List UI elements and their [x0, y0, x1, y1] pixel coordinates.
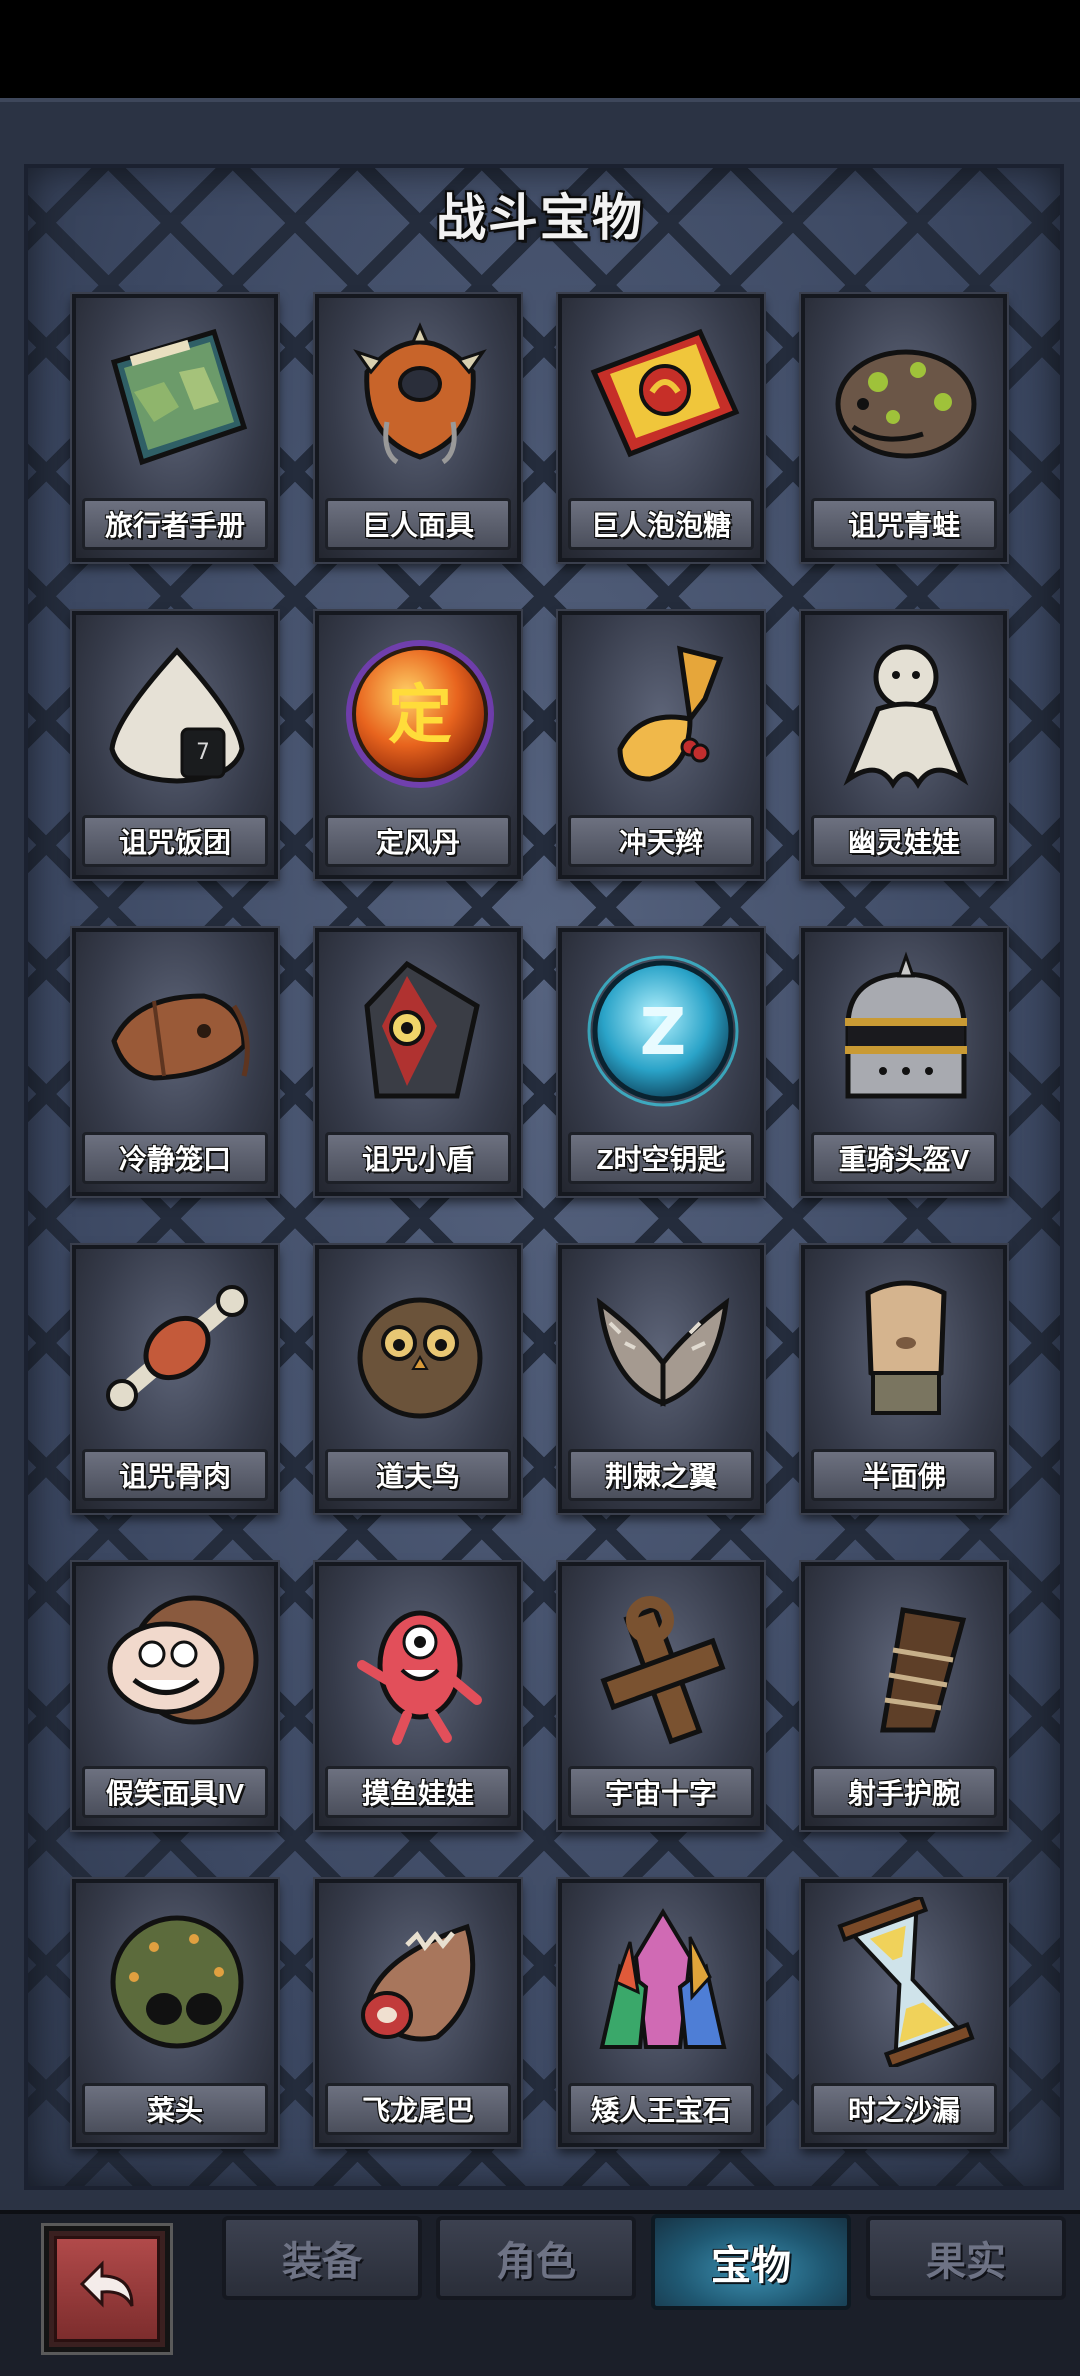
treasure-label: 定风丹 — [325, 815, 511, 867]
fake-smile-mask-icon — [94, 1580, 260, 1750]
back-button-face — [54, 2236, 160, 2342]
orb-glyph: 定 — [388, 679, 452, 753]
panel-title: 战斗宝物 — [436, 190, 644, 246]
treasure-card[interactable]: 定 定风丹 — [315, 611, 521, 879]
wyvern-tail-icon — [337, 1897, 503, 2067]
treasure-card[interactable]: 道夫鸟 — [315, 1245, 521, 1513]
treasure-card[interactable]: Z Z时空钥匙 — [558, 928, 764, 1196]
thorn-wings-icon — [580, 1263, 746, 1433]
veggie-head-icon — [94, 1897, 260, 2067]
treasure-card[interactable]: 飞龙尾巴 — [315, 1879, 521, 2147]
treasure-label: 假笑面具IV — [82, 1766, 268, 1818]
treasure-card[interactable]: 荆棘之翼 — [558, 1245, 764, 1513]
treasure-label: 诅咒饭团 — [82, 815, 268, 867]
orb-glyph: Z — [640, 996, 686, 1070]
traveler-handbook-icon — [94, 312, 260, 482]
ponytail-icon — [580, 629, 746, 799]
tab-fruit[interactable]: 果实 — [866, 2216, 1066, 2300]
tab-treasure[interactable]: 宝物 — [651, 2214, 851, 2310]
treasure-card[interactable]: 时之沙漏 — [801, 1879, 1007, 2147]
cursed-rice-ball-icon: 7 — [94, 629, 260, 799]
treasure-card[interactable]: 7 诅咒饭团 — [72, 611, 278, 879]
treasure-card[interactable]: 冷静笼口 — [72, 928, 278, 1196]
treasure-card[interactable]: 矮人王宝石 — [558, 1879, 764, 2147]
treasure-card[interactable]: 旅行者手册 — [72, 294, 278, 562]
treasure-card[interactable]: 幽灵娃娃 — [801, 611, 1007, 879]
hourglass-of-time-icon — [823, 1897, 989, 2067]
back-button[interactable] — [44, 2226, 170, 2352]
ghost-doll-icon — [823, 629, 989, 799]
treasure-card[interactable]: 摸鱼娃娃 — [315, 1562, 521, 1830]
cosmic-cross-icon — [580, 1580, 746, 1750]
treasure-label: 巨人面具 — [325, 498, 511, 550]
treasure-label: 菜头 — [82, 2083, 268, 2135]
treasure-label: 冲天辫 — [568, 815, 754, 867]
giant-bubblegum-icon — [580, 312, 746, 482]
treasure-label: 幽灵娃娃 — [811, 815, 997, 867]
treasure-label: 冷静笼口 — [82, 1132, 268, 1184]
treasure-label: 时之沙漏 — [811, 2083, 997, 2135]
treasure-label: 宇宙十字 — [568, 1766, 754, 1818]
treasure-card[interactable]: 半面佛 — [801, 1245, 1007, 1513]
treasure-card[interactable]: 假笑面具IV — [72, 1562, 278, 1830]
heavy-knight-helmet-icon — [823, 946, 989, 1116]
treasure-label: 巨人泡泡糖 — [568, 498, 754, 550]
treasure-label: 重骑头盔V — [811, 1132, 997, 1184]
treasure-card[interactable]: 重骑头盔V — [801, 928, 1007, 1196]
treasure-card[interactable]: 诅咒骨肉 — [72, 1245, 278, 1513]
return-arrow-icon — [79, 2260, 134, 2308]
treasure-label: 诅咒骨肉 — [82, 1449, 268, 1501]
treasure-label: 飞龙尾巴 — [325, 2083, 511, 2135]
z-space-time-key-icon: Z — [580, 946, 746, 1116]
treasure-card[interactable]: 宇宙十字 — [558, 1562, 764, 1830]
treasure-grid: 旅行者手册 巨人面具 巨人泡泡糖 诅咒青蛙 7 诅咒饭团 定 定风丹 冲天辫 幽… — [72, 294, 1008, 2147]
archer-bracer-icon — [823, 1580, 989, 1750]
treasure-label: 诅咒青蛙 — [811, 498, 997, 550]
treasure-label: 道夫鸟 — [325, 1449, 511, 1501]
wind-calming-pill-icon: 定 — [337, 629, 503, 799]
svg-text:7: 7 — [196, 740, 209, 765]
treasure-card[interactable]: 巨人泡泡糖 — [558, 294, 764, 562]
half-face-buddha-icon — [823, 1263, 989, 1433]
cursed-shield-icon — [337, 946, 503, 1116]
dwarf-king-gem-icon — [580, 1897, 746, 2067]
cursed-frog-icon — [823, 312, 989, 482]
treasure-label: 矮人王宝石 — [568, 2083, 754, 2135]
treasure-label: 旅行者手册 — [82, 498, 268, 550]
tab-equipment[interactable]: 装备 — [222, 2216, 422, 2300]
treasure-label: 半面佛 — [811, 1449, 997, 1501]
treasure-card[interactable]: 巨人面具 — [315, 294, 521, 562]
treasure-label: 荆棘之翼 — [568, 1449, 754, 1501]
treasure-label: Z时空钥匙 — [568, 1132, 754, 1184]
slacker-doll-icon — [337, 1580, 503, 1750]
treasure-card[interactable]: 诅咒青蛙 — [801, 294, 1007, 562]
treasure-label: 诅咒小盾 — [325, 1132, 511, 1184]
treasure-card[interactable]: 射手护腕 — [801, 1562, 1007, 1830]
dodo-bird-icon — [337, 1263, 503, 1433]
giant-mask-icon — [337, 312, 503, 482]
treasure-label: 摸鱼娃娃 — [325, 1766, 511, 1818]
treasure-card[interactable]: 诅咒小盾 — [315, 928, 521, 1196]
treasure-card[interactable]: 菜头 — [72, 1879, 278, 2147]
tab-character[interactable]: 角色 — [436, 2216, 636, 2300]
calm-muzzle-icon — [94, 946, 260, 1116]
treasure-card[interactable]: 冲天辫 — [558, 611, 764, 879]
cursed-bone-meat-icon — [94, 1263, 260, 1433]
treasure-screen: 战斗宝物 旅行者手册 巨人面具 巨人泡泡糖 诅咒青蛙 7 诅咒饭团 定 定风丹 … — [0, 0, 1080, 2376]
treasure-label: 射手护腕 — [811, 1766, 997, 1818]
